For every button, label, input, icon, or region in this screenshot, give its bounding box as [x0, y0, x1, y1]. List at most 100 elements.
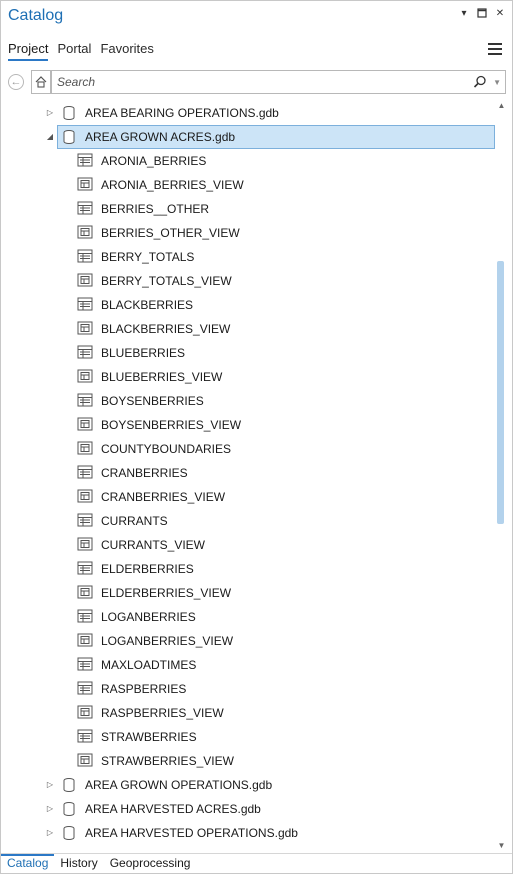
table-icon	[77, 345, 93, 361]
tab-project[interactable]: Project	[8, 41, 49, 61]
tree-item[interactable]: MAXLOADTIMES	[1, 653, 495, 677]
tree-item-label: ARONIA_BERRIES_VIEW	[101, 178, 244, 192]
tree-gdb-item[interactable]: ◢ AREA GROWN ACRES.gdb	[1, 125, 495, 149]
tree-item[interactable]: BERRIES_OTHER_VIEW	[1, 221, 495, 245]
collapse-arrow-icon[interactable]: ◢	[45, 131, 55, 141]
search-input[interactable]	[55, 74, 459, 90]
tree-item-label: AREA BEARING OPERATIONS.gdb	[85, 106, 279, 120]
tree-item-label: STRAWBERRIES_VIEW	[101, 754, 234, 768]
tree-item[interactable]: LOGANBERRIES_VIEW	[1, 629, 495, 653]
tree-item-label: BOYSENBERRIES	[101, 394, 204, 408]
tree-item[interactable]: STRAWBERRIES_VIEW	[1, 749, 495, 773]
tree-item-label: BOYSENBERRIES_VIEW	[101, 418, 242, 432]
tree-item[interactable]: ARONIA_BERRIES_VIEW	[1, 173, 495, 197]
tree-item[interactable]: BOYSENBERRIES	[1, 389, 495, 413]
table-view-icon	[77, 321, 93, 337]
tree-item[interactable]: BLACKBERRIES_VIEW	[1, 317, 495, 341]
window-controls: ▾ ✕	[458, 7, 506, 19]
table-view-icon	[77, 753, 93, 769]
tree-item[interactable]: BERRY_TOTALS_VIEW	[1, 269, 495, 293]
tree-item[interactable]: CRANBERRIES_VIEW	[1, 485, 495, 509]
tree-gdb-item[interactable]: ▷ AREA HARVESTED OPERATIONS.gdb	[1, 821, 495, 845]
scrollbar-thumb[interactable]	[497, 261, 504, 524]
geodatabase-icon	[62, 129, 78, 145]
table-icon	[77, 465, 93, 481]
tree-item-label: RASPBERRIES	[101, 682, 187, 696]
expand-arrow-icon[interactable]: ▷	[45, 803, 55, 813]
tree-item-label: CURRANTS_VIEW	[101, 538, 206, 552]
tree-gdb-item[interactable]: ▷ AREA HARVESTED ACRES.gdb	[1, 797, 495, 821]
tree-item[interactable]: RASPBERRIES_VIEW	[1, 701, 495, 725]
tree-item[interactable]: BOYSENBERRIES_VIEW	[1, 413, 495, 437]
catalog-tree: ▷ AREA BEARING OPERATIONS.gdb ◢ AREA GROWN …	[1, 101, 495, 849]
tree-item[interactable]: CURRANTS_VIEW	[1, 533, 495, 557]
bottom-tab-history[interactable]: History	[54, 854, 103, 874]
tree-item[interactable]: ARONIA_BERRIES	[1, 149, 495, 173]
tree-item-label: CURRANTS	[101, 514, 168, 528]
expand-arrow-icon[interactable]: ▷	[45, 107, 55, 117]
tree-item[interactable]: CRANBERRIES	[1, 461, 495, 485]
options-dropdown-icon[interactable]: ▾	[458, 7, 470, 19]
tree-item-label: AREA GROWN OPERATIONS.gdb	[85, 778, 273, 792]
tree-item[interactable]: ELDERBERRIES_VIEW	[1, 581, 495, 605]
hamburger-menu-icon[interactable]	[488, 43, 502, 56]
table-icon	[77, 681, 93, 697]
tree-item-label: BERRY_TOTALS	[101, 250, 195, 264]
table-icon	[77, 249, 93, 265]
back-arrow-icon[interactable]: ←	[8, 74, 24, 90]
table-view-icon	[77, 489, 93, 505]
bottom-tab-catalog[interactable]: Catalog	[1, 854, 55, 874]
pane-titlebar: Catalog ▾ ✕	[1, 1, 512, 31]
table-icon	[77, 729, 93, 745]
tree-item-label: RASPBERRIES_VIEW	[101, 706, 224, 720]
tree-item[interactable]: COUNTYBOUNDARIES	[1, 437, 495, 461]
tree-item-label: BLUEBERRIES_VIEW	[101, 370, 223, 384]
tree-item-label: MAXLOADTIMES	[101, 658, 197, 672]
tree-gdb-item[interactable]: ▷ AREA BEARING OPERATIONS.gdb	[1, 101, 495, 125]
search-row: ← ▼	[6, 70, 506, 94]
tree-item[interactable]: LOGANBERRIES	[1, 605, 495, 629]
bottom-tab-geoprocessing[interactable]: Geoprocessing	[104, 854, 197, 874]
search-options-chevron-icon[interactable]: ▼	[493, 78, 501, 87]
tab-portal[interactable]: Portal	[57, 41, 91, 61]
tree-item[interactable]: BLACKBERRIES	[1, 293, 495, 317]
catalog-pane: Catalog ▾ ✕ Project Portal Favorites ← ▼…	[0, 0, 513, 874]
tree-item[interactable]: STRAWBERRIES	[1, 725, 495, 749]
tree-gdb-item[interactable]: ▷ AREA GROWN OPERATIONS.gdb	[1, 773, 495, 797]
table-view-icon	[77, 441, 93, 457]
tree-item-label: BLACKBERRIES	[101, 298, 194, 312]
maximize-icon[interactable]	[476, 7, 488, 19]
catalog-tabs: Project Portal Favorites	[8, 41, 163, 61]
geodatabase-icon	[62, 105, 78, 121]
scroll-up-arrow-icon[interactable]: ▲	[495, 101, 508, 111]
close-icon[interactable]: ✕	[494, 7, 506, 19]
geodatabase-icon	[62, 825, 78, 841]
expand-arrow-icon[interactable]: ▷	[45, 827, 55, 837]
tree-item[interactable]: BLUEBERRIES	[1, 341, 495, 365]
vertical-scrollbar[interactable]: ▲ ▼	[495, 101, 508, 851]
tree-item-label: AREA HARVESTED ACRES.gdb	[85, 802, 261, 816]
search-icon[interactable]	[473, 75, 487, 89]
tree-item-label: BERRIES_OTHER_VIEW	[101, 226, 240, 240]
table-view-icon	[77, 273, 93, 289]
tree-item-label: ELDERBERRIES_VIEW	[101, 586, 232, 600]
tree-item[interactable]: BERRY_TOTALS	[1, 245, 495, 269]
geodatabase-icon	[62, 801, 78, 817]
home-icon[interactable]	[31, 70, 51, 94]
tree-item-label: STRAWBERRIES	[101, 730, 197, 744]
tree-item-label: LOGANBERRIES	[101, 610, 196, 624]
tree-item[interactable]: BLUEBERRIES_VIEW	[1, 365, 495, 389]
tree-item[interactable]: BERRIES__OTHER	[1, 197, 495, 221]
scroll-down-arrow-icon[interactable]: ▼	[495, 841, 508, 851]
tree-item-label: BLUEBERRIES	[101, 346, 186, 360]
bottom-tabs: Catalog History Geoprocessing	[1, 853, 512, 874]
tree-item-label: ARONIA_BERRIES	[101, 154, 207, 168]
tree-item[interactable]: RASPBERRIES	[1, 677, 495, 701]
tree-item[interactable]: CURRANTS	[1, 509, 495, 533]
table-view-icon	[77, 633, 93, 649]
tab-favorites[interactable]: Favorites	[100, 41, 153, 61]
expand-arrow-icon[interactable]: ▷	[45, 779, 55, 789]
tree-item-label: LOGANBERRIES_VIEW	[101, 634, 234, 648]
tree-item[interactable]: ELDERBERRIES	[1, 557, 495, 581]
tree-item-label: BERRY_TOTALS_VIEW	[101, 274, 232, 288]
